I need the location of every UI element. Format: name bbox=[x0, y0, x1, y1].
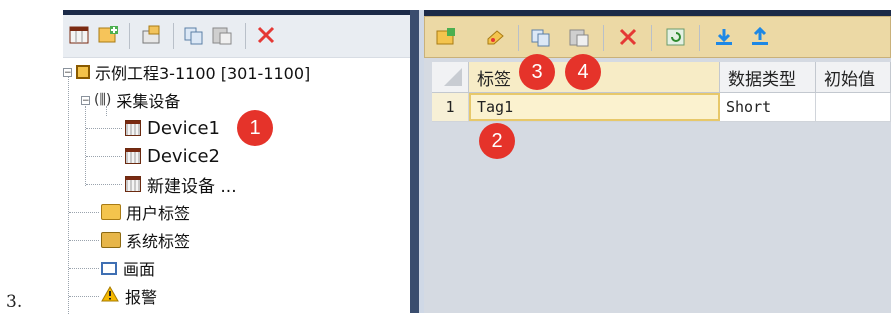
device-group-icon: (⫼) bbox=[94, 92, 112, 108]
tree-item-new-device[interactable]: 新建设备 ... bbox=[125, 172, 237, 197]
project-tree: − 示例工程3-1100 [301-1100] − (⫼) 采集设备 Devic… bbox=[63, 58, 410, 314]
device-icon bbox=[125, 148, 141, 164]
properties-icon[interactable] bbox=[139, 22, 165, 48]
column-header-data-type[interactable]: 数据类型 bbox=[720, 62, 816, 92]
copy-icon[interactable] bbox=[528, 24, 554, 50]
new-tag-icon[interactable] bbox=[433, 24, 459, 50]
system-tags-label: 系统标签 bbox=[126, 232, 191, 251]
device-label: Device2 bbox=[147, 145, 221, 167]
collapse-icon[interactable]: − bbox=[63, 67, 72, 77]
project-icon bbox=[76, 65, 90, 79]
collapse-icon[interactable]: − bbox=[81, 95, 90, 105]
user-tags-label: 用户标签 bbox=[126, 204, 191, 223]
table-row[interactable]: 1 Tag1 Short bbox=[432, 93, 891, 122]
tree-item-alarms[interactable]: 报警 bbox=[101, 284, 157, 308]
device-icon bbox=[125, 120, 141, 136]
cell-data-type[interactable]: Short bbox=[720, 93, 816, 121]
tree-item-acquisition-devices[interactable]: − (⫼) 采集设备 bbox=[81, 88, 180, 112]
paste-icon[interactable] bbox=[566, 24, 592, 50]
tree-item-project-root[interactable]: − 示例工程3-1100 [301-1100] bbox=[63, 60, 310, 84]
copy-icon[interactable] bbox=[181, 22, 207, 48]
device-label: Device1 bbox=[147, 117, 221, 139]
system-tags-icon bbox=[101, 232, 121, 248]
select-all-corner[interactable] bbox=[432, 62, 469, 92]
callout-badge-2: 2 bbox=[480, 124, 514, 158]
cell-tag-name[interactable]: Tag1 bbox=[469, 93, 720, 121]
warning-icon bbox=[101, 285, 119, 306]
callout-badge-4: 4 bbox=[566, 55, 600, 89]
screen-icon bbox=[101, 261, 117, 275]
download-icon[interactable] bbox=[711, 24, 737, 50]
panel-splitter[interactable] bbox=[410, 10, 419, 313]
tag-grid: 标签 数据类型 初始值 1 Tag1 Short bbox=[424, 58, 891, 313]
user-tags-icon bbox=[101, 204, 121, 220]
add-tag-icon[interactable] bbox=[95, 22, 121, 48]
grid-header: 标签 数据类型 初始值 bbox=[432, 62, 891, 93]
project-root-label: 示例工程3-1100 [301-1100] bbox=[95, 64, 311, 83]
device-label: 新建设备 ... bbox=[147, 176, 237, 197]
upload-icon[interactable] bbox=[747, 24, 773, 50]
right-toolbar bbox=[424, 16, 891, 58]
tree-item-screens[interactable]: 画面 bbox=[101, 256, 155, 280]
edit-tag-icon[interactable] bbox=[483, 24, 509, 50]
tree-item-device2[interactable]: Device2 bbox=[125, 144, 220, 168]
row-index[interactable]: 1 bbox=[432, 93, 469, 121]
callout-badge-1: 1 bbox=[238, 111, 272, 145]
delete-icon[interactable] bbox=[253, 22, 279, 48]
figure-caption-number: 3. bbox=[6, 292, 23, 312]
screens-label: 画面 bbox=[123, 260, 156, 279]
delete-icon[interactable] bbox=[615, 24, 641, 50]
cell-initial-value[interactable] bbox=[816, 93, 891, 121]
acquisition-devices-label: 采集设备 bbox=[116, 92, 181, 111]
tree-item-system-tags[interactable]: 系统标签 bbox=[101, 228, 190, 252]
tree-item-device1[interactable]: Device1 bbox=[125, 116, 220, 140]
column-header-initial-value[interactable]: 初始值 bbox=[816, 62, 891, 92]
callout-badge-3: 3 bbox=[520, 55, 554, 89]
tree-item-user-tags[interactable]: 用户标签 bbox=[101, 200, 190, 224]
refresh-icon[interactable] bbox=[663, 24, 689, 50]
left-toolbar bbox=[63, 15, 410, 58]
alarms-label: 报警 bbox=[125, 288, 158, 307]
device-table-icon[interactable] bbox=[67, 22, 93, 48]
device-icon bbox=[125, 176, 141, 192]
paste-icon[interactable] bbox=[209, 22, 235, 48]
